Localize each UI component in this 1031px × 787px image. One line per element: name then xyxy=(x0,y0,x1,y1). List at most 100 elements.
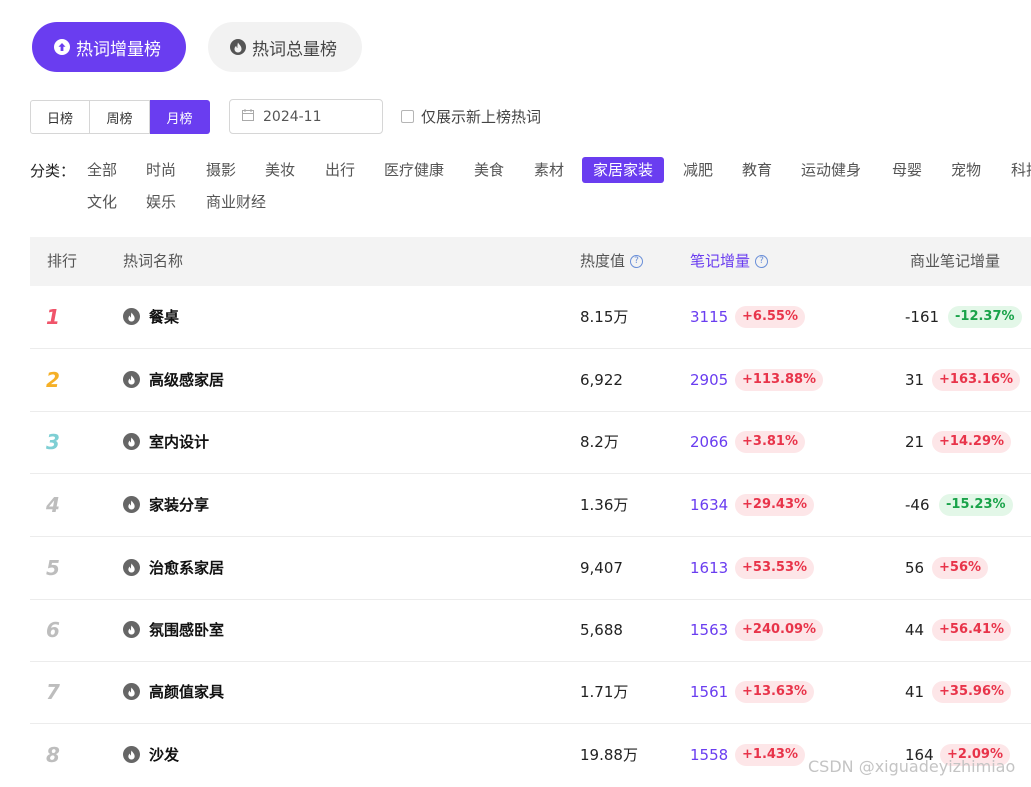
category-culture[interactable]: 文化 xyxy=(76,189,128,215)
category-label: 分类： xyxy=(30,162,76,180)
category-medical[interactable]: 医疗健康 xyxy=(373,157,455,183)
arrow-up-circle-icon xyxy=(54,39,70,55)
note-increase: 2066 xyxy=(690,433,729,451)
tab-hotword-total[interactable]: 热词总量榜 xyxy=(208,22,362,72)
category-makeup[interactable]: 美妆 xyxy=(254,157,306,183)
rank-number: 2 xyxy=(46,368,60,392)
keyword-name[interactable]: 餐桌 xyxy=(149,286,179,348)
note-increase-badge: +6.55% xyxy=(735,306,805,328)
tab-hotword-increase[interactable]: 热词增量榜 xyxy=(32,22,186,72)
period-monthly[interactable]: 月榜 xyxy=(150,100,210,134)
rank-number: 4 xyxy=(46,493,60,517)
category-entertainment[interactable]: 娱乐 xyxy=(135,189,187,215)
rank-number: 8 xyxy=(46,743,60,767)
keyword-name[interactable]: 治愈系家居 xyxy=(149,537,224,599)
keyword-name[interactable]: 沙发 xyxy=(149,724,179,786)
note-increase: 1558 xyxy=(690,746,729,764)
calendar-icon xyxy=(242,108,254,125)
table-row[interactable]: 6 氛围感卧室 5,688 1563 +240.09% 44 +56.41% xyxy=(30,599,1031,662)
flame-icon xyxy=(123,559,140,576)
biz-note-increase: 31 xyxy=(905,371,925,389)
rank-number: 6 xyxy=(46,618,60,642)
tab-label: 热词增量榜 xyxy=(76,39,161,60)
period-daily[interactable]: 日榜 xyxy=(30,100,90,134)
flame-icon xyxy=(123,746,140,763)
category-baby[interactable]: 母婴 xyxy=(881,157,933,183)
rank-number: 1 xyxy=(46,305,60,329)
help-icon[interactable]: ? xyxy=(630,255,644,268)
table-row[interactable]: 8 沙发 19.88万 1558 +1.43% 164 +2.09% xyxy=(30,724,1031,787)
category-all[interactable]: 全部 xyxy=(76,157,128,183)
table-row[interactable]: 1 餐桌 8.15万 3115 +6.55% -161 -12.37% xyxy=(30,286,1031,349)
note-increase: 1613 xyxy=(690,559,729,577)
flame-icon xyxy=(123,371,140,388)
table-row[interactable]: 5 治愈系家居 9,407 1613 +53.53% 56 +56% xyxy=(30,537,1031,600)
biz-increase-badge: -12.37% xyxy=(948,306,1022,328)
note-increase-badge: +3.81% xyxy=(735,431,805,453)
heat-value: 1.36万 xyxy=(580,496,629,514)
new-only-filter[interactable]: 仅展示新上榜热词 xyxy=(401,106,541,127)
period-switch: 日榜 周榜 月榜 xyxy=(30,100,210,134)
biz-increase-badge: +35.96% xyxy=(932,681,1012,703)
biz-note-increase: 44 xyxy=(905,621,925,639)
heat-value: 19.88万 xyxy=(580,746,638,764)
note-increase-badge: +240.09% xyxy=(735,619,824,641)
biz-increase-badge: -15.23% xyxy=(939,494,1013,516)
keyword-name[interactable]: 氛围感卧室 xyxy=(149,599,224,661)
biz-note-increase: 41 xyxy=(905,683,925,701)
month-picker-value: 2024-11 xyxy=(263,108,322,125)
note-increase: 2905 xyxy=(690,371,729,389)
heat-value: 5,688 xyxy=(580,621,623,639)
note-increase-badge: +113.88% xyxy=(735,369,824,391)
biz-increase-badge: +56.41% xyxy=(932,619,1012,641)
new-only-checkbox[interactable] xyxy=(401,110,414,123)
rank-number: 3 xyxy=(46,430,60,454)
biz-note-increase: -161 xyxy=(905,308,940,326)
header-heat[interactable]: 热度值 ? xyxy=(580,237,644,286)
flame-icon xyxy=(123,683,140,700)
flame-icon xyxy=(230,39,246,55)
rank-number: 5 xyxy=(46,556,60,580)
heat-value: 6,922 xyxy=(580,371,623,389)
category-material[interactable]: 素材 xyxy=(523,157,575,183)
header-heat-label: 热度值 xyxy=(580,252,626,270)
heat-value: 1.71万 xyxy=(580,683,629,701)
category-education[interactable]: 教育 xyxy=(731,157,783,183)
keyword-name[interactable]: 室内设计 xyxy=(149,411,209,473)
category-travel[interactable]: 出行 xyxy=(314,157,366,183)
category-food[interactable]: 美食 xyxy=(463,157,515,183)
help-icon[interactable]: ? xyxy=(755,255,769,268)
biz-increase-badge: +14.29% xyxy=(932,431,1012,453)
category-home[interactable]: 家居家装 xyxy=(582,157,665,183)
header-note-increase-label: 笔记增量 xyxy=(690,252,751,270)
period-weekly[interactable]: 周榜 xyxy=(90,100,150,134)
table-row[interactable]: 7 高颜值家具 1.71万 1561 +13.63% 41 +35.96% xyxy=(30,661,1031,724)
note-increase: 1561 xyxy=(690,683,729,701)
category-tech[interactable]: 科技 xyxy=(1000,157,1031,183)
flame-icon xyxy=(123,308,140,325)
table-header: 排行 热词名称 热度值 ? 笔记增量 ? 商业笔记增量 xyxy=(30,237,1031,286)
category-diet[interactable]: 减肥 xyxy=(672,157,724,183)
keyword-name[interactable]: 高级感家居 xyxy=(149,349,224,411)
biz-note-increase: 21 xyxy=(905,433,925,451)
keyword-name[interactable]: 高颜值家具 xyxy=(149,661,224,723)
category-photography[interactable]: 摄影 xyxy=(195,157,247,183)
biz-increase-badge: +56% xyxy=(932,557,989,579)
category-fitness[interactable]: 运动健身 xyxy=(790,157,872,183)
category-pets[interactable]: 宠物 xyxy=(940,157,992,183)
note-increase: 3115 xyxy=(690,308,729,326)
table-row[interactable]: 4 家装分享 1.36万 1634 +29.43% -46 -15.23% xyxy=(30,474,1031,537)
new-only-label: 仅展示新上榜热词 xyxy=(421,108,542,126)
month-picker[interactable]: 2024-11 xyxy=(229,99,383,134)
header-biz-note-increase[interactable]: 商业笔记增量 xyxy=(910,237,1000,286)
note-increase-badge: +1.43% xyxy=(735,744,805,766)
note-increase-badge: +13.63% xyxy=(735,681,815,703)
category-business[interactable]: 商业财经 xyxy=(195,189,277,215)
category-fashion[interactable]: 时尚 xyxy=(135,157,187,183)
note-increase-badge: +53.53% xyxy=(735,557,815,579)
flame-icon xyxy=(123,496,140,513)
table-row[interactable]: 3 室内设计 8.2万 2066 +3.81% 21 +14.29% xyxy=(30,411,1031,474)
table-row[interactable]: 2 高级感家居 6,922 2905 +113.88% 31 +163.16% xyxy=(30,349,1031,412)
keyword-name[interactable]: 家装分享 xyxy=(149,474,209,536)
header-note-increase[interactable]: 笔记增量 ? xyxy=(690,237,769,286)
